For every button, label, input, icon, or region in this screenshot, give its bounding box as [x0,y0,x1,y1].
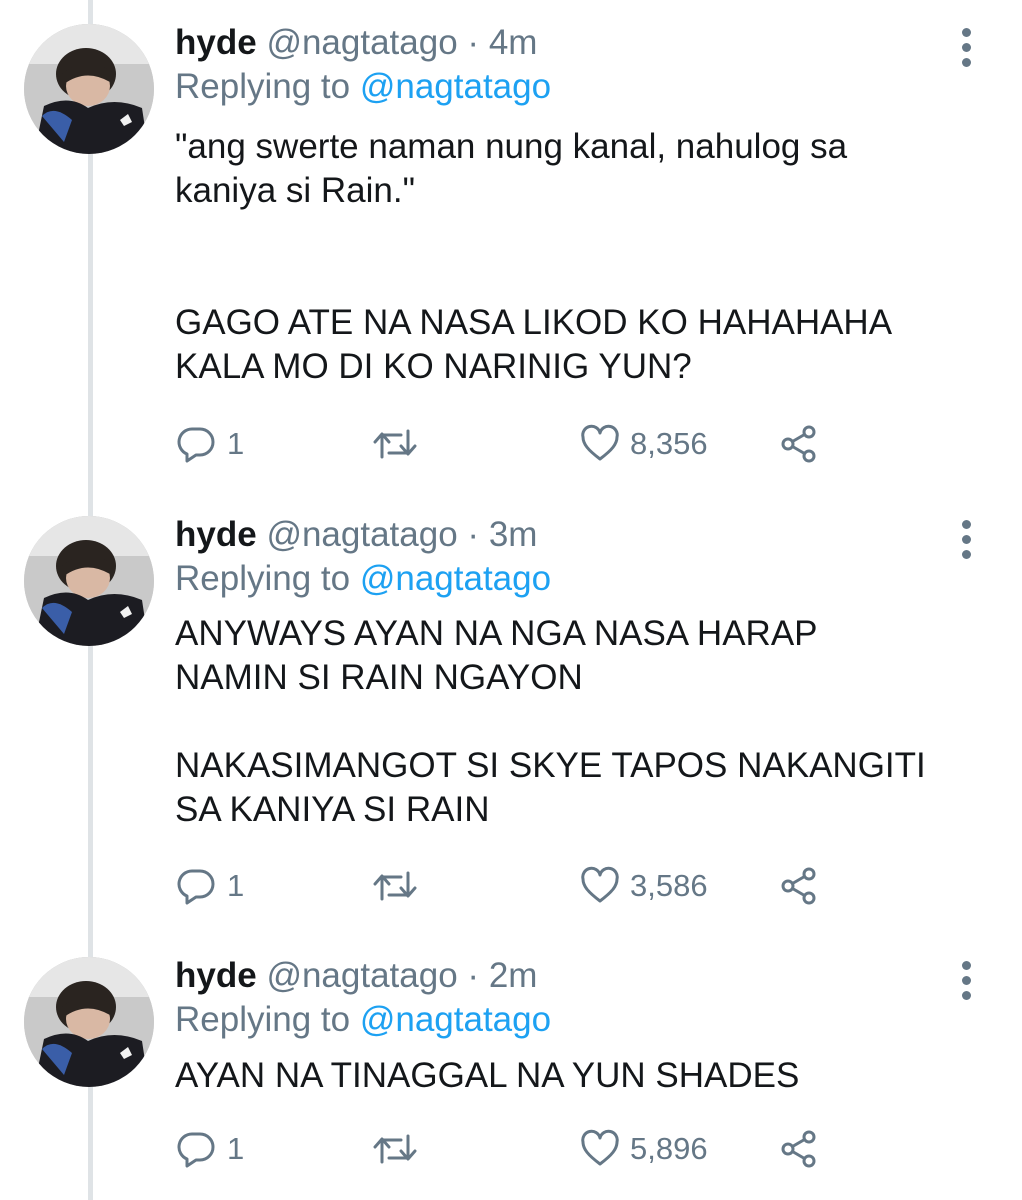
author-handle[interactable]: @nagtatago [266,515,457,554]
author-handle[interactable]: @nagtatago [266,956,457,995]
tweet-actions: 1 3,586 [175,864,995,908]
avatar-photo [24,957,154,1087]
separator-dot: · [467,956,480,995]
heart-icon [581,1129,619,1166]
replying-to-label: Replying to [175,67,351,106]
tweet-text-line [175,213,892,257]
tweet-text-line: ANYWAYS AYAN NA NGA NASA HARAP [175,614,818,653]
tweet-text-line: NAMIN SI RAIN NGAYON [175,658,583,697]
tweet-text: "ang swerte naman nung kanal, nahulog sa… [175,125,892,389]
reply-icon [177,1132,215,1168]
heart-icon [581,424,619,461]
retweet-icon [373,1134,417,1164]
retweet-button[interactable] [371,1127,429,1171]
share-icon [781,867,816,905]
like-count: 3,586 [630,868,708,903]
author-name[interactable]: hyde [175,956,257,995]
avatar[interactable] [24,24,154,154]
retweet-button[interactable] [371,864,429,908]
reply-button[interactable]: 1 [175,1127,244,1171]
like-count: 8,356 [630,426,708,461]
replying-to: Replying to @nagtatago [175,66,551,108]
replying-to: Replying to @nagtatago [175,558,551,600]
tweet-header: hyde @nagtatago · 2m [175,955,537,997]
separator-dot: · [467,23,480,62]
tweet-text-line [175,700,926,744]
replying-to-handle[interactable]: @nagtatago [360,67,551,106]
avatar-photo [24,24,154,154]
more-vertical-icon[interactable] [960,28,972,73]
like-button[interactable]: 8,356 [580,422,708,466]
replying-to: Replying to @nagtatago [175,999,551,1041]
like-button[interactable]: 3,586 [580,864,708,908]
tweet-text: ANYWAYS AYAN NA NGA NASA HARAP NAMIN SI R… [175,612,926,832]
author-name[interactable]: hyde [175,515,257,554]
more-vertical-icon[interactable] [960,961,972,1006]
avatar-photo [24,516,154,646]
tweet-text-line: kaniya si Rain." [175,171,416,210]
tweet-text-line: AYAN NA TINAGGAL NA YUN SHADES [175,1056,800,1095]
author-name[interactable]: hyde [175,23,257,62]
tweet-text-line: KALA MO DI KO NARINIG YUN? [175,347,692,386]
retweet-button[interactable] [371,422,429,466]
tweet-actions: 1 8,356 [175,422,995,466]
reply-button[interactable]: 1 [175,864,244,908]
share-button[interactable] [778,1127,820,1171]
timestamp[interactable]: 3m [489,515,538,554]
reply-count: 1 [227,1131,245,1166]
reply-button[interactable]: 1 [175,422,244,466]
replying-to-label: Replying to [175,559,351,598]
retweet-icon [373,429,417,459]
tweet-text-line: SA KANIYA SI RAIN [175,790,490,829]
avatar[interactable] [24,957,154,1087]
replying-to-label: Replying to [175,1000,351,1039]
avatar[interactable] [24,516,154,646]
reply-icon [177,427,215,463]
share-icon [781,1130,816,1168]
like-button[interactable]: 5,896 [580,1127,708,1171]
more-vertical-icon[interactable] [960,520,972,565]
share-button[interactable] [778,422,820,466]
reply-icon [177,869,215,905]
share-icon [781,425,816,463]
tweet-header: hyde @nagtatago · 3m [175,514,537,556]
reply-count: 1 [227,868,245,903]
like-count: 5,896 [630,1131,708,1166]
timestamp[interactable]: 2m [489,956,538,995]
timestamp[interactable]: 4m [489,23,538,62]
reply-count: 1 [227,426,245,461]
author-handle[interactable]: @nagtatago [266,23,457,62]
heart-icon [581,866,619,903]
tweet-text-line: "ang swerte naman nung kanal, nahulog sa [175,127,848,166]
share-button[interactable] [778,864,820,908]
replying-to-handle[interactable]: @nagtatago [360,1000,551,1039]
tweet-actions: 1 5,896 [175,1127,995,1171]
retweet-icon [373,871,417,901]
tweet-text-line: GAGO ATE NA NASA LIKOD KO HAHAHAHA [175,303,893,342]
tweet-header: hyde @nagtatago · 4m [175,22,537,64]
replying-to-handle[interactable]: @nagtatago [360,559,551,598]
tweet-text-line: NAKASIMANGOT SI SKYE TAPOS NAKANGITI [175,746,926,785]
separator-dot: · [467,515,480,554]
tweet-text-line [175,257,892,301]
tweet-text: AYAN NA TINAGGAL NA YUN SHADES [175,1054,799,1098]
